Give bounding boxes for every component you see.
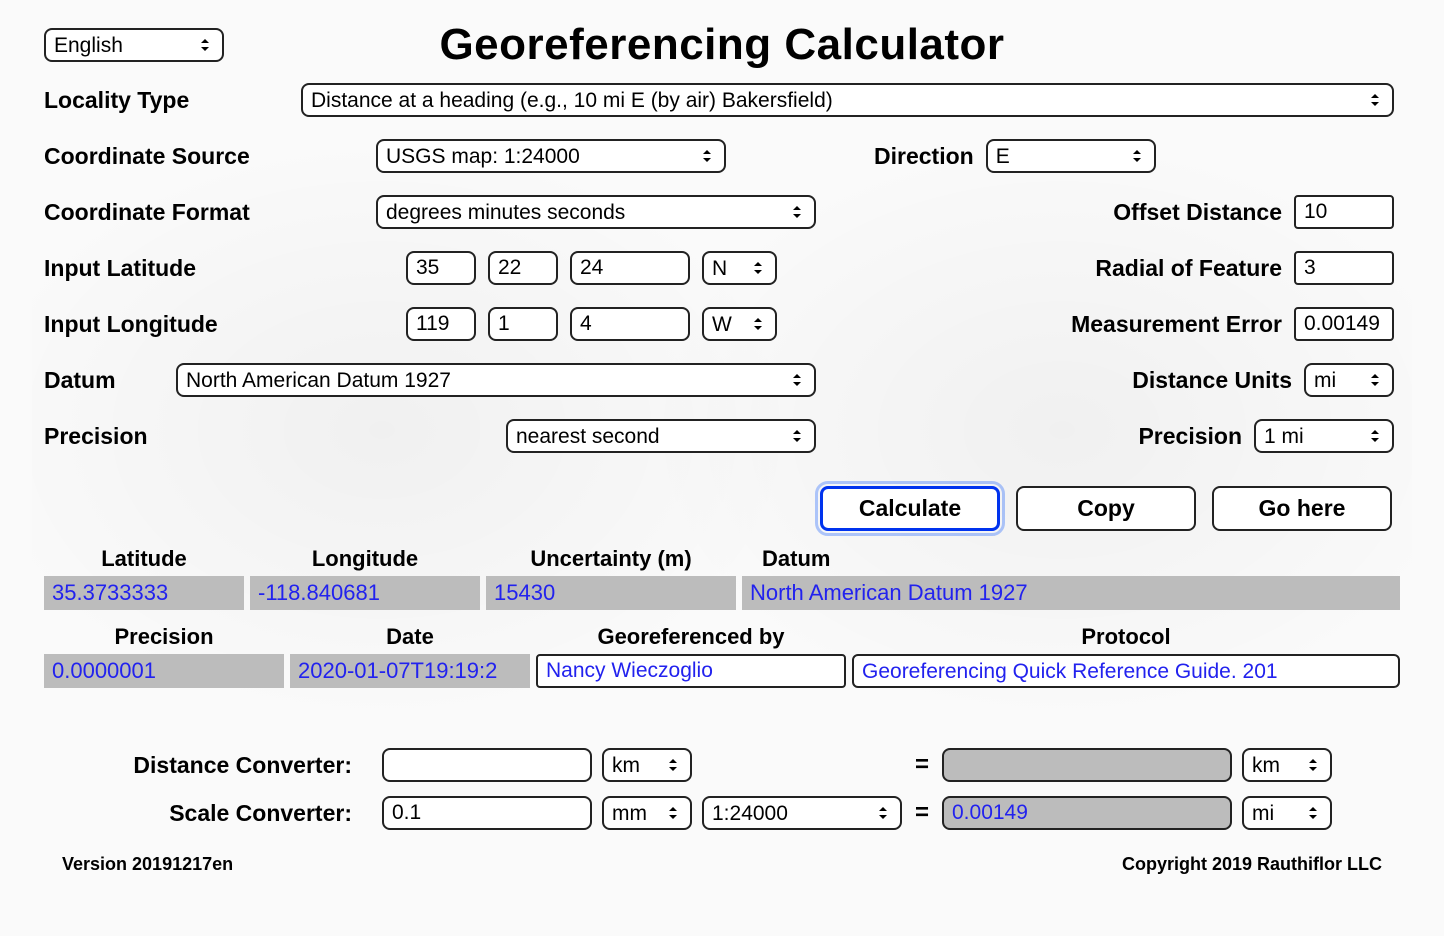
equals-sign: = (912, 751, 932, 779)
offset-distance-input[interactable] (1294, 195, 1394, 229)
equals-sign: = (912, 799, 932, 827)
scale-converter-map-select[interactable]: 1:24000 (702, 796, 902, 830)
direction-select[interactable]: E (986, 139, 1156, 173)
offset-distance-label: Offset Distance (1113, 199, 1282, 226)
result-datum: North American Datum 1927 (742, 576, 1400, 610)
distance-units-select[interactable]: mi (1304, 363, 1394, 397)
coordinate-format-label: Coordinate Format (44, 199, 364, 226)
result-header-uncertainty: Uncertainty (m) (486, 546, 736, 572)
coordinate-source-label: Coordinate Source (44, 143, 364, 170)
lon-deg-input[interactable] (406, 307, 476, 341)
distance-converter-input-unit-select[interactable]: km (602, 748, 692, 782)
result-header-date: Date (290, 624, 530, 650)
datum-label: Datum (44, 367, 164, 394)
copyright-text: Copyright 2019 Rauthiflor LLC (1122, 854, 1382, 875)
result-header-precision: Precision (44, 624, 284, 650)
distance-units-label: Distance Units (1132, 367, 1292, 394)
scale-converter-input[interactable] (382, 796, 592, 830)
distance-converter-output-unit-select[interactable]: km (1242, 748, 1332, 782)
scale-converter-output-unit-select[interactable]: mi (1242, 796, 1332, 830)
datum-select[interactable]: North American Datum 1927 (176, 363, 816, 397)
scale-converter-output (942, 796, 1232, 830)
scale-converter-label: Scale Converter: (62, 800, 352, 827)
precision-right-select[interactable]: 1 mi (1254, 419, 1394, 453)
precision-right-label: Precision (1138, 423, 1242, 450)
lat-deg-input[interactable] (406, 251, 476, 285)
lon-sec-input[interactable] (570, 307, 690, 341)
distance-converter-label: Distance Converter: (62, 752, 352, 779)
result-uncertainty: 15430 (486, 576, 736, 610)
lat-hemisphere-select[interactable]: N (702, 251, 777, 285)
copy-button[interactable]: Copy (1016, 486, 1196, 531)
locality-type-select[interactable]: Distance at a heading (e.g., 10 mi E (by… (301, 83, 1394, 117)
lat-sec-input[interactable] (570, 251, 690, 285)
distance-converter-output (942, 748, 1232, 782)
result-longitude: -118.840681 (250, 576, 480, 610)
result-header-longitude: Longitude (250, 546, 480, 572)
lat-min-input[interactable] (488, 251, 558, 285)
result-latitude: 35.3733333 (44, 576, 244, 610)
precision-left-label: Precision (44, 423, 494, 450)
page-title: Georeferencing Calculator (32, 20, 1412, 70)
result-header-latitude: Latitude (44, 546, 244, 572)
language-select[interactable]: English (44, 28, 224, 62)
radial-of-feature-input[interactable] (1294, 251, 1394, 285)
calculate-button[interactable]: Calculate (820, 486, 1000, 531)
result-header-datum: Datum (742, 546, 1400, 572)
precision-left-select[interactable]: nearest second (506, 419, 816, 453)
go-here-button[interactable]: Go here (1212, 486, 1392, 531)
lon-hemisphere-select[interactable]: W (702, 307, 777, 341)
lon-min-input[interactable] (488, 307, 558, 341)
measurement-error-input[interactable] (1294, 307, 1394, 341)
protocol-select[interactable]: Georeferencing Quick Reference Guide. 20… (852, 654, 1400, 688)
direction-label: Direction (874, 143, 974, 170)
result-header-protocol: Protocol (852, 624, 1400, 650)
radial-of-feature-label: Radial of Feature (1095, 255, 1282, 282)
result-date: 2020-01-07T19:19:2 (290, 654, 530, 688)
measurement-error-label: Measurement Error (1071, 311, 1282, 338)
locality-type-label: Locality Type (44, 87, 289, 114)
input-longitude-label: Input Longitude (44, 311, 394, 338)
result-precision: 0.0000001 (44, 654, 284, 688)
distance-converter-input[interactable] (382, 748, 592, 782)
scale-converter-input-unit-select[interactable]: mm (602, 796, 692, 830)
result-header-georef-by: Georeferenced by (536, 624, 846, 650)
georeferenced-by-input[interactable] (536, 654, 846, 688)
version-text: Version 20191217en (62, 854, 233, 875)
coordinate-format-select[interactable]: degrees minutes seconds (376, 195, 816, 229)
input-latitude-label: Input Latitude (44, 255, 394, 282)
coordinate-source-select[interactable]: USGS map: 1:24000 (376, 139, 726, 173)
